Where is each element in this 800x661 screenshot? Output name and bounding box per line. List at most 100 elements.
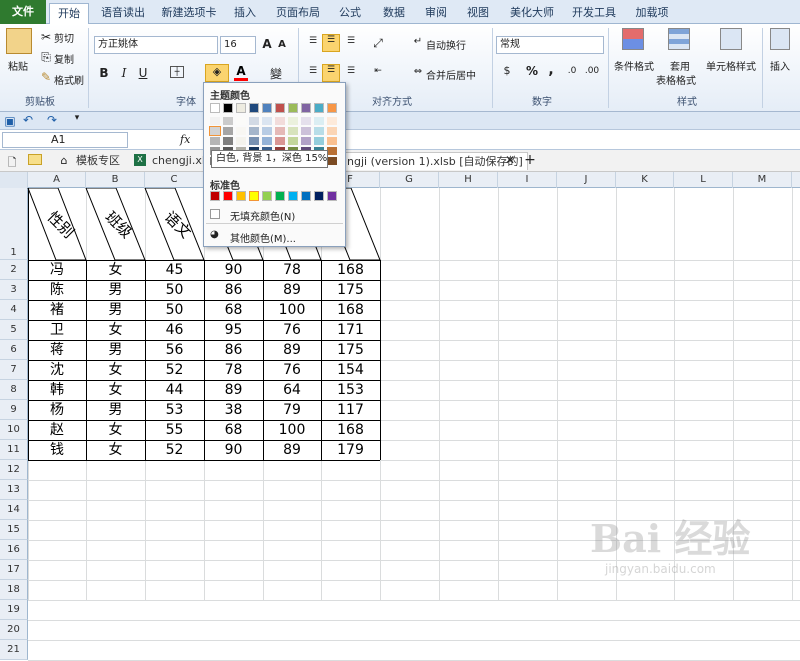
theme-color-swatch[interactable] xyxy=(223,103,233,113)
table-cell[interactable]: 90 xyxy=(204,260,263,280)
table-cell[interactable]: 95 xyxy=(204,320,263,340)
table-cell[interactable]: 52 xyxy=(145,440,204,460)
theme-color-shade-swatch[interactable] xyxy=(327,137,337,145)
theme-color-shade-swatch[interactable] xyxy=(223,137,233,145)
table-cell[interactable]: 韩 xyxy=(28,380,86,400)
table-cell[interactable]: 100 xyxy=(263,300,321,320)
theme-color-swatch[interactable] xyxy=(262,103,272,113)
paste-button[interactable]: 粘贴 xyxy=(8,58,28,73)
table-cell[interactable]: 154 xyxy=(321,360,380,380)
align-left-icon[interactable]: ☰ xyxy=(306,66,320,76)
row-header[interactable]: 12 xyxy=(0,460,28,480)
tab-data[interactable]: 数据 xyxy=(376,3,412,24)
comma-button[interactable]: , xyxy=(546,62,556,78)
theme-color-swatch[interactable] xyxy=(210,103,220,113)
theme-color-shade-swatch[interactable] xyxy=(236,127,246,135)
table-cell[interactable]: 46 xyxy=(145,320,204,340)
table-cell[interactable]: 卫 xyxy=(28,320,86,340)
row-header[interactable]: 2 xyxy=(0,260,28,280)
table-cell[interactable]: 179 xyxy=(321,440,380,460)
table-cell[interactable]: 89 xyxy=(263,440,321,460)
theme-color-shade-swatch[interactable] xyxy=(301,127,311,135)
theme-color-swatch[interactable] xyxy=(327,103,337,113)
row-header[interactable]: 7 xyxy=(0,360,28,380)
orientation-icon[interactable]: ⤢ xyxy=(370,36,386,51)
cell-styles-button[interactable]: 单元格样式 xyxy=(706,58,756,73)
format-painter-button[interactable]: 格式刷 xyxy=(54,72,84,87)
table-cell[interactable]: 68 xyxy=(204,420,263,440)
tab-view[interactable]: 视图 xyxy=(460,3,496,24)
font-name-select[interactable]: 方正姚体 xyxy=(94,36,218,54)
tab-page-layout[interactable]: 页面布局 xyxy=(270,3,326,24)
row-header[interactable]: 20 xyxy=(0,620,28,640)
insert-button[interactable]: 插入 xyxy=(770,58,790,73)
theme-color-shade-swatch[interactable] xyxy=(262,117,272,125)
tab-insert[interactable]: 插入 xyxy=(228,3,262,24)
column-header[interactable]: B xyxy=(86,172,145,188)
theme-color-shade-swatch[interactable] xyxy=(275,127,285,135)
column-header[interactable]: G xyxy=(380,172,439,188)
wen-icon[interactable]: 變 xyxy=(268,65,284,82)
tab-beautify[interactable]: 美化大师 xyxy=(504,3,560,24)
table-cell[interactable]: 175 xyxy=(321,340,380,360)
theme-color-shade-swatch[interactable] xyxy=(262,137,272,145)
table-format-button-line1[interactable]: 套用 xyxy=(670,58,690,73)
theme-color-shade-swatch[interactable] xyxy=(210,137,220,145)
table-cell[interactable]: 89 xyxy=(263,280,321,300)
theme-color-shade-swatch[interactable] xyxy=(275,137,285,145)
table-cell[interactable]: 175 xyxy=(321,280,380,300)
tab-addins[interactable]: 加载项 xyxy=(628,3,676,24)
tab-home[interactable]: 开始 xyxy=(49,3,89,25)
table-cell[interactable]: 女 xyxy=(86,260,145,280)
table-cell[interactable]: 68 xyxy=(204,300,263,320)
row-header[interactable]: 5 xyxy=(0,320,28,340)
table-cell[interactable]: 陈 xyxy=(28,280,86,300)
table-cell[interactable]: 79 xyxy=(263,400,321,420)
theme-color-shade-swatch[interactable] xyxy=(288,137,298,145)
row-header[interactable]: 15 xyxy=(0,520,28,540)
row-header[interactable]: 18 xyxy=(0,580,28,600)
table-format-icon[interactable] xyxy=(668,28,690,50)
row-header[interactable]: 4 xyxy=(0,300,28,320)
row-header[interactable]: 6 xyxy=(0,340,28,360)
insert-cells-icon[interactable] xyxy=(770,28,790,50)
theme-color-shade-swatch[interactable] xyxy=(249,137,259,145)
column-header[interactable]: H xyxy=(439,172,498,188)
table-cell[interactable]: 78 xyxy=(263,260,321,280)
theme-color-shade-swatch[interactable] xyxy=(262,127,272,135)
theme-color-shade-swatch[interactable] xyxy=(314,117,324,125)
grow-font-icon[interactable]: A xyxy=(260,37,274,51)
table-cell[interactable]: 168 xyxy=(321,300,380,320)
align-top-icon[interactable]: ☰ xyxy=(306,36,320,46)
merge-center-button[interactable]: 合并后居中 xyxy=(426,67,476,82)
conditional-format-icon[interactable] xyxy=(622,28,644,50)
row-header[interactable]: 9 xyxy=(0,400,28,420)
standard-color-swatch[interactable] xyxy=(223,191,233,201)
theme-color-shade-swatch[interactable] xyxy=(288,127,298,135)
table-cell[interactable]: 53 xyxy=(145,400,204,420)
indent-icon[interactable]: ⇤ xyxy=(370,66,386,76)
table-cell[interactable]: 171 xyxy=(321,320,380,340)
tab-review[interactable]: 审阅 xyxy=(418,3,454,24)
row-header[interactable]: 21 xyxy=(0,640,28,660)
table-cell[interactable]: 44 xyxy=(145,380,204,400)
borders-icon[interactable]: ┼ xyxy=(170,66,184,78)
italic-button[interactable]: I xyxy=(118,66,130,80)
theme-color-shade-swatch[interactable] xyxy=(327,117,337,125)
theme-color-shade-swatch[interactable] xyxy=(249,127,259,135)
table-cell[interactable]: 蒋 xyxy=(28,340,86,360)
theme-color-shade-swatch[interactable] xyxy=(327,127,337,135)
underline-button[interactable]: U xyxy=(137,66,149,80)
fill-color-icon[interactable]: ◈ xyxy=(205,64,229,82)
tab-formulas[interactable]: 公式 xyxy=(332,3,368,24)
table-cell[interactable]: 男 xyxy=(86,280,145,300)
customize-qat-icon[interactable]: ▾ xyxy=(72,113,82,123)
table-cell[interactable]: 168 xyxy=(321,260,380,280)
increase-decimal-icon[interactable]: .0 xyxy=(564,66,580,76)
column-header[interactable]: M xyxy=(733,172,792,188)
column-header[interactable]: I xyxy=(498,172,557,188)
theme-color-shade-swatch[interactable] xyxy=(301,137,311,145)
tab-file[interactable]: 文件 xyxy=(0,0,46,24)
font-color-icon[interactable]: A xyxy=(234,64,248,81)
table-cell[interactable]: 100 xyxy=(263,420,321,440)
